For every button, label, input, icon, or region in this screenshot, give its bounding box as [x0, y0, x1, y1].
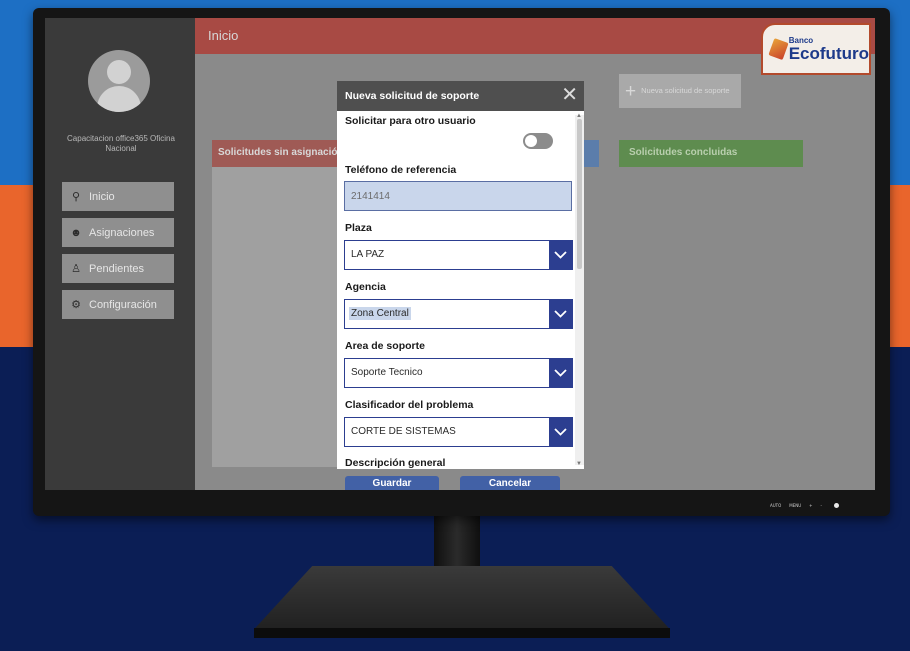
- hierarchy-icon: ⚲: [71, 191, 81, 203]
- monitor-menu-button[interactable]: MENU: [789, 503, 801, 508]
- agencia-select[interactable]: Zona Central: [344, 298, 573, 329]
- dialog-title: Nueva solicitud de soporte: [345, 90, 480, 102]
- close-icon[interactable]: ✕: [561, 83, 578, 107]
- dialog-scrollbar[interactable]: ▲ ▼: [575, 113, 584, 467]
- area-label: Area de soporte: [345, 340, 425, 352]
- monitor-plus-button[interactable]: +: [809, 503, 812, 508]
- sidebar-item-configuracion[interactable]: ⚙ Configuración: [62, 290, 174, 319]
- description-label: Descripción general: [345, 457, 446, 469]
- plus-icon: +: [625, 80, 637, 102]
- monitor-auto-button[interactable]: AUTO: [770, 503, 781, 508]
- sidebar-item-label: Asignaciones: [89, 226, 155, 239]
- monitor-minus-button[interactable]: -: [821, 503, 822, 508]
- other-user-label: Solicitar para otro usuario: [345, 115, 476, 127]
- scroll-thumb[interactable]: [577, 119, 582, 269]
- classifier-label: Clasificador del problema: [345, 399, 474, 411]
- monitor-controls: AUTO MENU + -: [770, 503, 839, 508]
- cancel-button[interactable]: Cancelar: [460, 476, 560, 490]
- sidebar-item-pendientes[interactable]: ♙ Pendientes: [62, 254, 174, 283]
- save-button[interactable]: Guardar: [345, 476, 439, 490]
- gear-icon: ⚙: [71, 299, 81, 311]
- agencia-label: Agencia: [345, 281, 386, 293]
- agencia-value: Zona Central: [349, 307, 411, 320]
- column-done-header: Solicitudes concluidas: [619, 140, 803, 167]
- chevron-down-icon[interactable]: [548, 416, 573, 447]
- sidebar-item-label: Pendientes: [89, 262, 145, 275]
- plaza-value: LA PAZ: [351, 249, 385, 260]
- power-button[interactable]: [833, 503, 839, 508]
- toggle-knob: [525, 135, 537, 147]
- plaza-label: Plaza: [345, 222, 372, 234]
- monitor-stand-foot: [254, 628, 670, 638]
- avatar-head: [107, 60, 131, 84]
- avatar: [88, 50, 150, 112]
- logo-line-2: Ecofuturo: [788, 43, 869, 63]
- column-pending-body: [212, 167, 344, 467]
- sidebar-item-label: Configuración: [89, 298, 157, 311]
- app-screen: Capacitacion office365 Oficina Nacional …: [45, 18, 875, 490]
- area-select[interactable]: Soporte Tecnico: [344, 357, 573, 388]
- person-icon: ♙: [71, 263, 81, 275]
- new-request-button[interactable]: + Nueva solicitud de soporte: [619, 74, 741, 108]
- sidebar-item-asignaciones[interactable]: ☻ Asignaciones: [62, 218, 174, 247]
- classifier-select[interactable]: CORTE DE SISTEMAS: [344, 416, 573, 447]
- page-title: Inicio: [208, 28, 239, 43]
- sidebar-item-inicio[interactable]: ⚲ Inicio: [62, 182, 174, 211]
- plaza-select[interactable]: LA PAZ: [344, 239, 573, 270]
- classifier-value: CORTE DE SISTEMAS: [351, 426, 456, 437]
- new-request-dialog: Nueva solicitud de soporte ✕ ▲ ▼ Solicit…: [337, 81, 584, 469]
- sidebar-item-label: Inicio: [89, 190, 115, 203]
- column-assigned-header: [583, 140, 599, 167]
- sidebar: Capacitacion office365 Oficina Nacional …: [45, 18, 195, 490]
- avatar-body: [97, 86, 141, 112]
- logo-mark-icon: [768, 38, 789, 60]
- scroll-down-icon[interactable]: ▼: [576, 461, 582, 467]
- column-pending-header: Solicitudes sin asignación: [212, 140, 344, 167]
- new-request-label: Nueva solicitud de soporte: [641, 86, 730, 95]
- chevron-down-icon[interactable]: [548, 298, 573, 329]
- people-icon: ☻: [70, 226, 82, 239]
- chevron-down-icon[interactable]: [548, 239, 573, 270]
- area-value: Soporte Tecnico: [351, 367, 423, 378]
- other-user-toggle[interactable]: [523, 133, 553, 149]
- phone-input[interactable]: 2141414: [344, 181, 572, 211]
- phone-label: Teléfono de referencia: [345, 164, 457, 176]
- chevron-down-icon[interactable]: [548, 357, 573, 388]
- monitor-stand-neck: [434, 514, 480, 572]
- dialog-body: ▲ ▼ Solicitar para otro usuario Teléfono…: [337, 111, 584, 469]
- user-name: Capacitacion office365 Oficina Nacional: [67, 134, 175, 153]
- dialog-header: Nueva solicitud de soporte ✕: [337, 81, 584, 111]
- bank-logo: Banco Ecofuturo: [761, 23, 871, 75]
